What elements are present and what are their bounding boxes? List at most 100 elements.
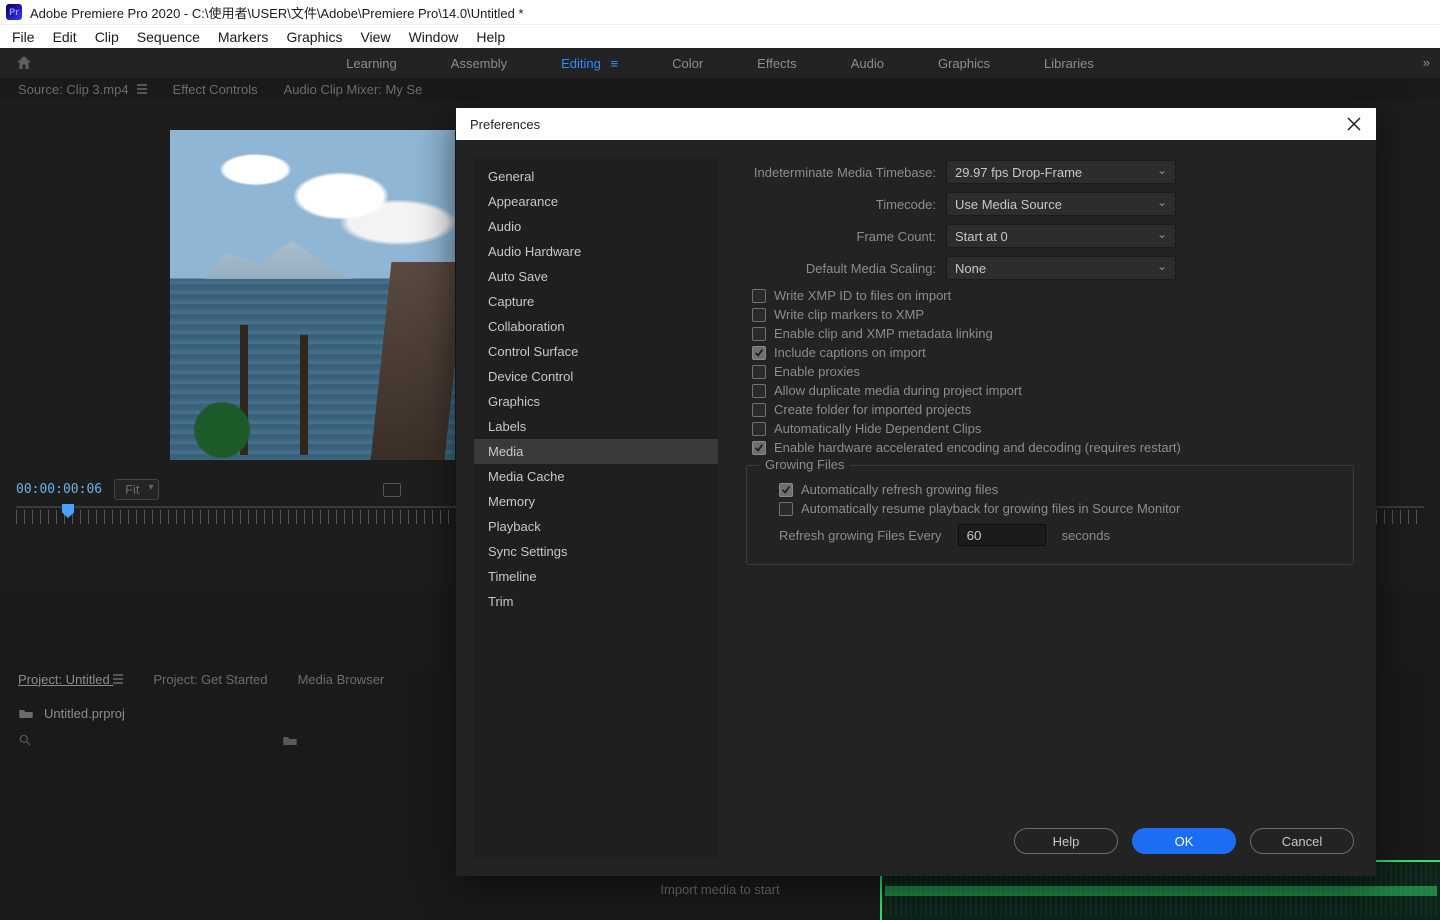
growing-auto-refresh[interactable]: Automatically refresh growing files [779, 482, 1339, 497]
checkbox[interactable] [752, 384, 766, 398]
refresh-every-label: Refresh growing Files Every [779, 528, 942, 543]
refresh-every-input[interactable] [958, 524, 1046, 546]
source-preview[interactable] [170, 130, 455, 460]
zoom-fit-dropdown[interactable]: Fit [114, 479, 158, 500]
media-check-6[interactable]: Create folder for imported projects [752, 402, 1354, 417]
media-check-1[interactable]: Write clip markers to XMP [752, 307, 1354, 322]
pref-category-collaboration[interactable]: Collaboration [474, 314, 718, 339]
scaling-dropdown[interactable]: None [946, 256, 1176, 280]
new-bin-icon[interactable] [282, 735, 298, 747]
pref-category-trim[interactable]: Trim [474, 589, 718, 614]
help-button[interactable]: Help [1014, 828, 1118, 854]
timecode-dropdown[interactable]: Use Media Source [946, 192, 1176, 216]
menubar: File Edit Clip Sequence Markers Graphics… [0, 24, 1440, 48]
proj-tab-mediabrowser[interactable]: Media Browser [298, 672, 385, 687]
ok-button-label: OK [1175, 834, 1194, 849]
close-icon[interactable] [1346, 116, 1362, 132]
source-timecode[interactable]: 00:00:00:06 [16, 482, 102, 497]
app-icon: Pr [6, 4, 22, 20]
menu-clip[interactable]: Clip [95, 29, 119, 45]
ws-effects[interactable]: Effects [757, 56, 797, 71]
pref-category-media-cache[interactable]: Media Cache [474, 464, 718, 489]
source-tabs: Source: Clip 3.mp4 Effect Controls Audio… [0, 78, 1440, 100]
media-check-8[interactable]: Enable hardware accelerated encoding and… [752, 440, 1354, 455]
checkbox[interactable] [752, 308, 766, 322]
checkbox[interactable] [779, 483, 793, 497]
growing-auto-resume[interactable]: Automatically resume playback for growin… [779, 501, 1339, 516]
media-check-2[interactable]: Enable clip and XMP metadata linking [752, 326, 1354, 341]
menu-help[interactable]: Help [476, 29, 505, 45]
check-label: Allow duplicate media during project imp… [774, 383, 1022, 398]
settings-icon[interactable] [383, 483, 401, 497]
pref-category-timeline[interactable]: Timeline [474, 564, 718, 589]
pref-category-device-control[interactable]: Device Control [474, 364, 718, 389]
workspace-overflow-icon[interactable]: » [1423, 55, 1430, 70]
field-timecode: Timecode: Use Media Source [746, 192, 1354, 216]
pref-category-labels[interactable]: Labels [474, 414, 718, 439]
src-tab-audio-mixer[interactable]: Audio Clip Mixer: My Se [284, 82, 423, 97]
workspace-tabs: Learning Assembly Editing ≡ Color Effect… [0, 56, 1440, 71]
search-icon[interactable] [18, 733, 34, 749]
checkbox[interactable] [752, 346, 766, 360]
menu-markers[interactable]: Markers [218, 29, 269, 45]
src-tab-effect-controls[interactable]: Effect Controls [173, 82, 258, 97]
pref-category-media[interactable]: Media [474, 439, 718, 464]
pref-category-audio-hardware[interactable]: Audio Hardware [474, 239, 718, 264]
pref-category-memory[interactable]: Memory [474, 489, 718, 514]
ws-audio[interactable]: Audio [851, 56, 884, 71]
app-root: Pr Adobe Premiere Pro 2020 - C:\使用者\USER… [0, 0, 1440, 920]
checkbox[interactable] [779, 502, 793, 516]
pref-category-sync-settings[interactable]: Sync Settings [474, 539, 718, 564]
timebase-dropdown[interactable]: 29.97 fps Drop-Frame [946, 160, 1176, 184]
ws-graphics[interactable]: Graphics [938, 56, 990, 71]
checkbox[interactable] [752, 365, 766, 379]
pref-category-playback[interactable]: Playback [474, 514, 718, 539]
proj-tab-getstarted[interactable]: Project: Get Started [153, 672, 267, 687]
media-check-4[interactable]: Enable proxies [752, 364, 1354, 379]
ws-libraries[interactable]: Libraries [1044, 56, 1094, 71]
menu-sequence[interactable]: Sequence [137, 29, 200, 45]
checkbox[interactable] [752, 289, 766, 303]
ws-editing[interactable]: Editing ≡ [561, 56, 618, 71]
menu-view[interactable]: View [360, 29, 390, 45]
src-tab-source[interactable]: Source: Clip 3.mp4 [18, 82, 147, 97]
growing-refresh-every: Refresh growing Files Every seconds [779, 524, 1339, 546]
pref-category-appearance[interactable]: Appearance [474, 189, 718, 214]
timecode-value: Use Media Source [955, 197, 1062, 212]
ws-editing-menu-icon[interactable]: ≡ [607, 56, 618, 71]
ws-editing-label: Editing [561, 56, 601, 71]
pref-category-control-surface[interactable]: Control Surface [474, 339, 718, 364]
media-check-3[interactable]: Include captions on import [752, 345, 1354, 360]
panel-menu-icon[interactable] [137, 82, 147, 97]
menu-graphics[interactable]: Graphics [286, 29, 342, 45]
cancel-button[interactable]: Cancel [1250, 828, 1354, 854]
media-check-0[interactable]: Write XMP ID to files on import [752, 288, 1354, 303]
proj-tab-untitled[interactable]: Project: Untitled [18, 672, 123, 687]
ws-learning[interactable]: Learning [346, 56, 397, 71]
field-framecount: Frame Count: Start at 0 [746, 224, 1354, 248]
ok-button[interactable]: OK [1132, 828, 1236, 854]
ws-color[interactable]: Color [672, 56, 703, 71]
checkbox[interactable] [752, 422, 766, 436]
checkbox[interactable] [752, 441, 766, 455]
ws-assembly[interactable]: Assembly [451, 56, 507, 71]
growing-files-legend: Growing Files [759, 457, 850, 472]
src-tab-source-label: Source: Clip 3.mp4 [18, 82, 129, 97]
checkbox[interactable] [752, 327, 766, 341]
check-label: Write XMP ID to files on import [774, 288, 951, 303]
pref-category-audio[interactable]: Audio [474, 214, 718, 239]
pref-category-general[interactable]: General [474, 164, 718, 189]
pref-category-capture[interactable]: Capture [474, 289, 718, 314]
pref-category-auto-save[interactable]: Auto Save [474, 264, 718, 289]
media-check-5[interactable]: Allow duplicate media during project imp… [752, 383, 1354, 398]
menu-file[interactable]: File [12, 29, 35, 45]
framecount-dropdown[interactable]: Start at 0 [946, 224, 1176, 248]
cancel-button-label: Cancel [1282, 834, 1322, 849]
menu-edit[interactable]: Edit [53, 29, 77, 45]
checkbox[interactable] [752, 403, 766, 417]
pref-category-graphics[interactable]: Graphics [474, 389, 718, 414]
timecode-label: Timecode: [746, 197, 946, 212]
media-check-7[interactable]: Automatically Hide Dependent Clips [752, 421, 1354, 436]
panel-menu-icon[interactable] [113, 672, 123, 687]
menu-window[interactable]: Window [409, 29, 459, 45]
